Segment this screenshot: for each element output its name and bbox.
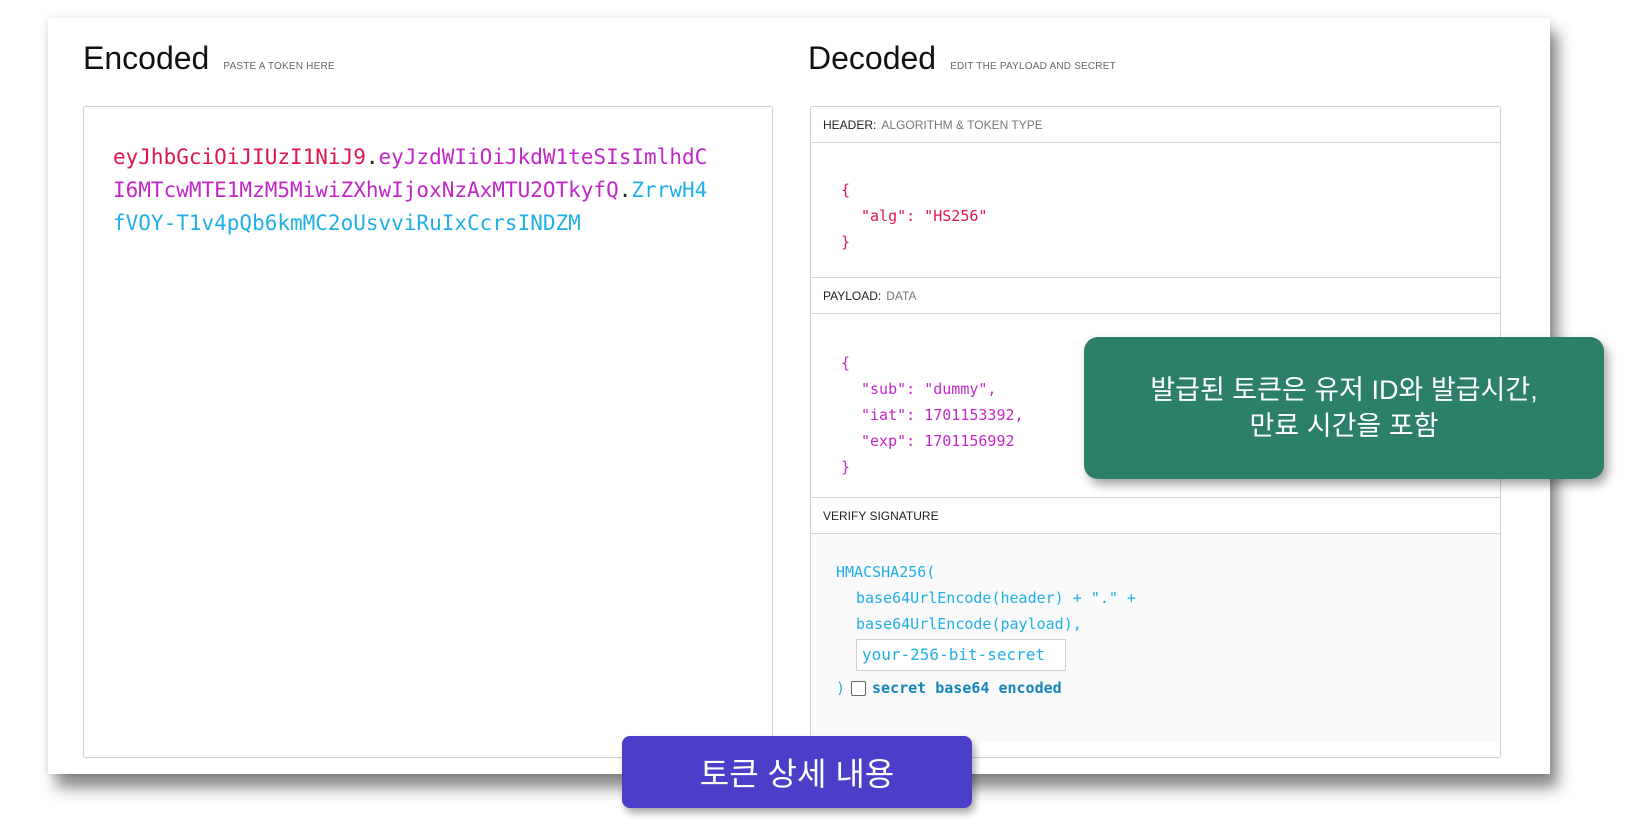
hmac-payload-line: base64UrlEncode(payload), (856, 615, 1082, 633)
signature-body: HMACSHA256( base64UrlEncode(header) + ".… (811, 534, 1500, 742)
json-close-brace: } (841, 233, 851, 251)
header-json-editor[interactable]: { "alg": "HS256" } (811, 143, 1500, 278)
json-open-brace: { (841, 181, 851, 199)
encoded-title: Encoded (83, 40, 210, 76)
hmac-header-line: base64UrlEncode(header) + "." + (856, 589, 1136, 607)
payload-panel-label: PAYLOAD: DATA (811, 278, 1500, 314)
payload-label: PAYLOAD: (823, 288, 882, 303)
token-detail-label: 토큰 상세 내용 (622, 736, 972, 808)
token-dot: . (365, 145, 379, 169)
signature-label: VERIFY SIGNATURE (823, 508, 939, 523)
encoded-token: eyJhbGciOiJIUzI1NiJ9.eyJzdWIiOiJkdW1teSI… (113, 141, 713, 240)
secret-base64-label[interactable]: secret base64 encoded (872, 675, 1062, 701)
header-alg-line: "alg": "HS256" (861, 207, 988, 225)
secret-input[interactable]: your-256-bit-secret (856, 639, 1066, 671)
hmac-func-line: HMACSHA256( (836, 563, 936, 581)
header-label: HEADER: (823, 117, 877, 132)
annotation-callout: 발급된 토큰은 유저 ID와 발급시간, 만료 시간을 포함 (1084, 337, 1604, 479)
header-sublabel: ALGORITHM & TOKEN TYPE (881, 117, 1043, 132)
payload-sublabel: DATA (886, 288, 917, 303)
hmac-close-paren: ) (836, 679, 846, 697)
callout-line-1: 발급된 토큰은 유저 ID와 발급시간, (1150, 375, 1538, 405)
base64-option-row: ) secret base64 encoded (836, 675, 1500, 701)
encoded-token-textarea[interactable]: eyJhbGciOiJIUzI1NiJ9.eyJzdWIiOiJkdW1teSI… (83, 106, 773, 758)
decoded-subtitle: EDIT THE PAYLOAD AND SECRET (950, 61, 1116, 72)
encoded-subtitle: PASTE A TOKEN HERE (223, 61, 335, 72)
signature-panel-label: VERIFY SIGNATURE (811, 498, 1500, 534)
token-dot: . (618, 178, 632, 202)
decoded-title: Decoded (808, 40, 937, 76)
encoded-heading: Encoded PASTE A TOKEN HERE (83, 40, 335, 77)
callout-line-2: 만료 시간을 포함 (1249, 411, 1439, 441)
header-panel-label: HEADER: ALGORITHM & TOKEN TYPE (811, 107, 1500, 143)
decoded-heading: Decoded EDIT THE PAYLOAD AND SECRET (808, 40, 1116, 77)
secret-base64-checkbox[interactable] (851, 680, 867, 696)
token-header-part: eyJhbGciOiJIUzI1NiJ9 (113, 145, 366, 169)
